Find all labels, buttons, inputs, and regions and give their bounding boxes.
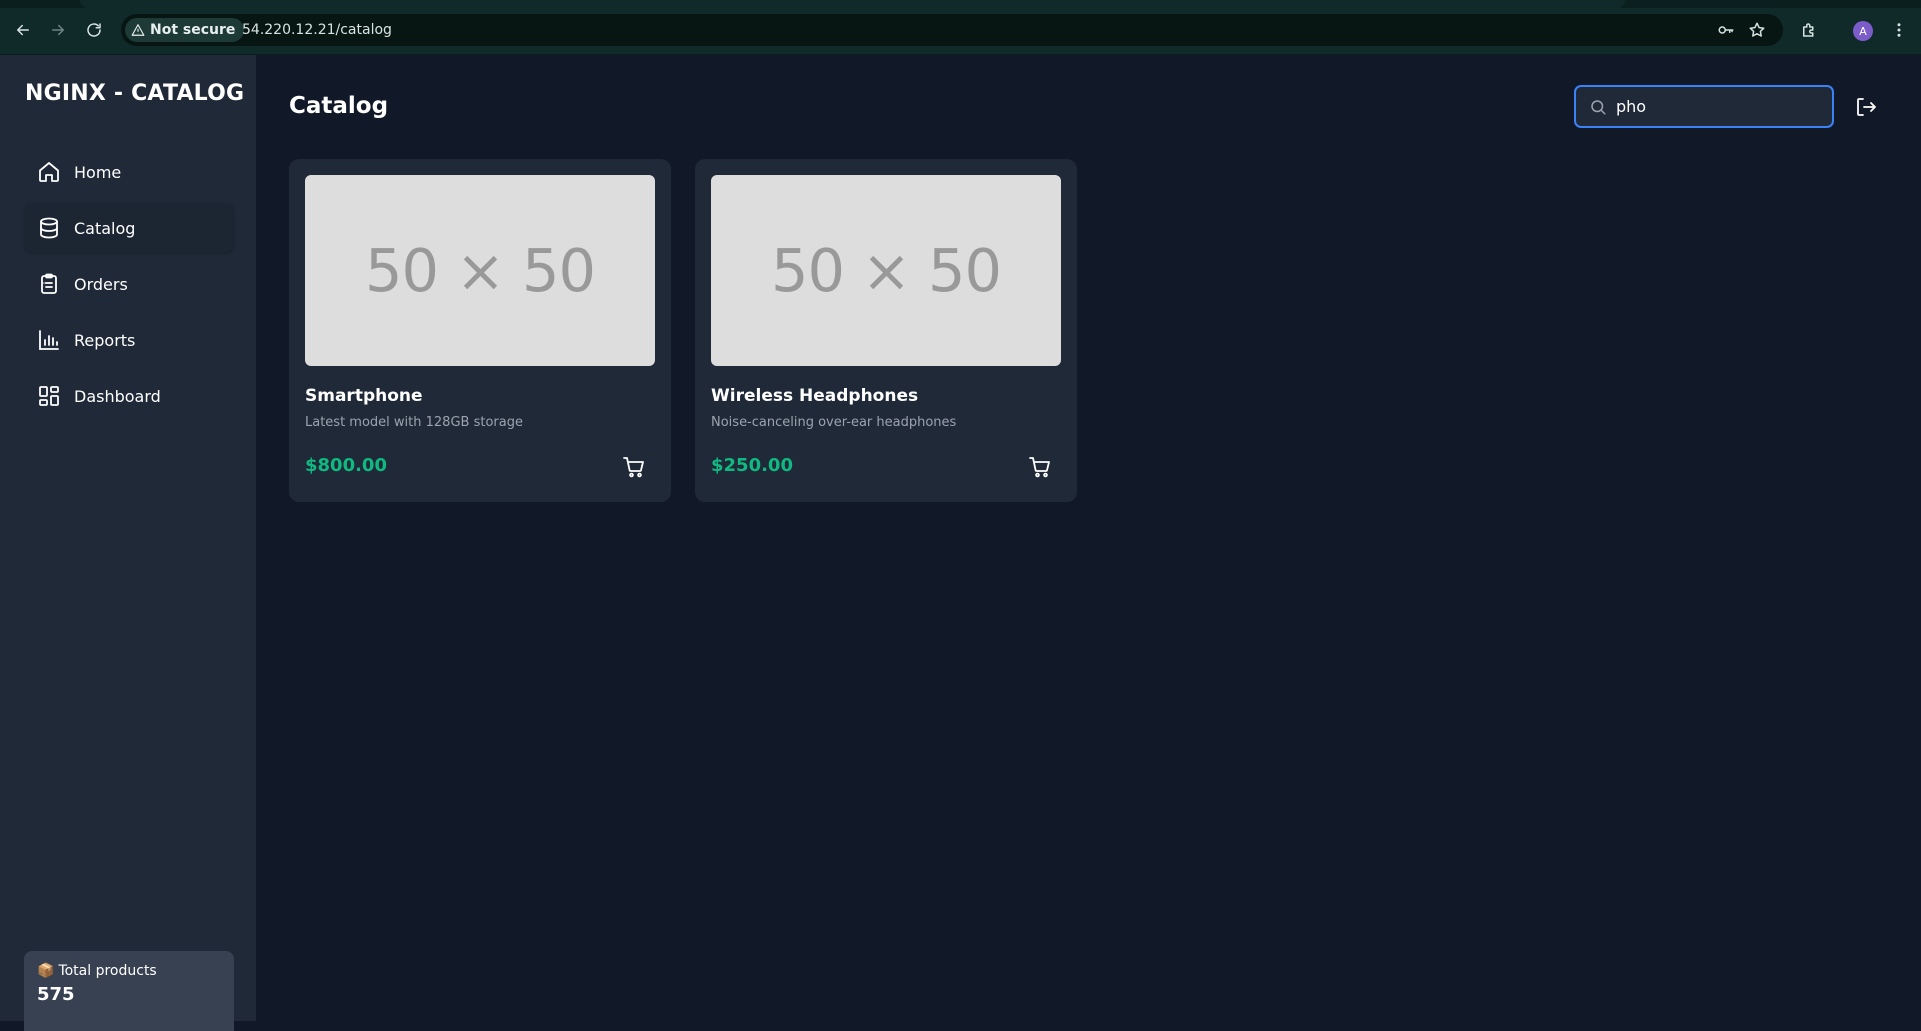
sidebar-item-home[interactable]: Home <box>25 148 233 196</box>
add-to-cart-button[interactable] <box>1027 454 1053 480</box>
product-price: $250.00 <box>711 455 793 476</box>
sidebar-item-catalog[interactable]: Catalog <box>25 204 233 252</box>
active-tab[interactable] <box>80 0 1625 8</box>
dashboard-icon <box>37 384 61 408</box>
sidebar-item-label: Catalog <box>74 219 135 238</box>
search-icon <box>1589 98 1607 116</box>
cart-icon <box>1028 455 1052 479</box>
clipboard-icon <box>37 272 61 296</box>
product-grid: 50 × 50 Smartphone Latest model with 128… <box>289 159 1077 502</box>
back-icon[interactable] <box>12 19 34 41</box>
tab-strip <box>0 0 1921 8</box>
product-description: Noise-canceling over-ear headphones <box>711 415 956 430</box>
database-icon <box>37 216 61 240</box>
profile-avatar[interactable]: A <box>1853 21 1873 41</box>
product-card[interactable]: 50 × 50 Wireless Headphones Noise-cancel… <box>695 159 1077 502</box>
sidebar-item-label: Dashboard <box>74 387 161 406</box>
extensions-icon[interactable] <box>1798 19 1820 41</box>
search-input[interactable] <box>1616 87 1826 126</box>
stats-value: 575 <box>37 984 221 1005</box>
product-image-placeholder: 50 × 50 <box>711 175 1061 366</box>
package-icon: 📦 <box>37 963 54 979</box>
address-bar[interactable]: Not secure 54.220.12.21/catalog <box>121 14 1783 46</box>
browser-menu-icon[interactable] <box>1888 19 1910 41</box>
browser-toolbar: Not secure 54.220.12.21/catalog A <box>0 0 1921 55</box>
reload-icon[interactable] <box>83 19 105 41</box>
sidebar: NGINX - CATALOG Home Catalog Orders Repo… <box>0 55 256 1021</box>
product-card[interactable]: 50 × 50 Smartphone Latest model with 128… <box>289 159 671 502</box>
sidebar-item-label: Home <box>74 163 121 182</box>
password-key-icon[interactable] <box>1717 21 1735 39</box>
bookmark-star-icon[interactable] <box>1748 21 1766 39</box>
sidebar-item-label: Reports <box>74 331 135 350</box>
stats-label: Total products <box>58 963 156 979</box>
logout-icon <box>1854 95 1878 119</box>
sidebar-nav: Home Catalog Orders Reports Dashboard <box>25 148 233 428</box>
bar-chart-icon <box>37 328 61 352</box>
home-icon <box>37 160 61 184</box>
logout-button[interactable] <box>1853 94 1879 120</box>
sidebar-item-label: Orders <box>74 275 128 294</box>
add-to-cart-button[interactable] <box>621 454 647 480</box>
product-description: Latest model with 128GB storage <box>305 415 523 430</box>
product-name: Wireless Headphones <box>711 386 918 406</box>
main-content: Catalog 50 × 50 Smartphone Latest model … <box>256 55 1921 1021</box>
search-box[interactable] <box>1574 85 1834 128</box>
product-price: $800.00 <box>305 455 387 476</box>
warning-icon <box>131 23 145 37</box>
url-text[interactable]: 54.220.12.21/catalog <box>242 14 392 46</box>
security-label: Not secure <box>150 22 235 38</box>
stats-label-row: 📦 Total products <box>37 963 221 979</box>
product-image-placeholder: 50 × 50 <box>305 175 655 366</box>
sidebar-item-reports[interactable]: Reports <box>25 316 233 364</box>
sidebar-item-orders[interactable]: Orders <box>25 260 233 308</box>
cart-icon <box>622 455 646 479</box>
total-products-card: 📦 Total products 575 <box>24 951 234 1031</box>
product-name: Smartphone <box>305 386 423 406</box>
brand-title[interactable]: NGINX - CATALOG <box>25 81 244 106</box>
security-chip[interactable]: Not secure <box>125 18 244 42</box>
forward-icon[interactable] <box>47 19 69 41</box>
sidebar-item-dashboard[interactable]: Dashboard <box>25 372 233 420</box>
page-title: Catalog <box>289 93 388 119</box>
